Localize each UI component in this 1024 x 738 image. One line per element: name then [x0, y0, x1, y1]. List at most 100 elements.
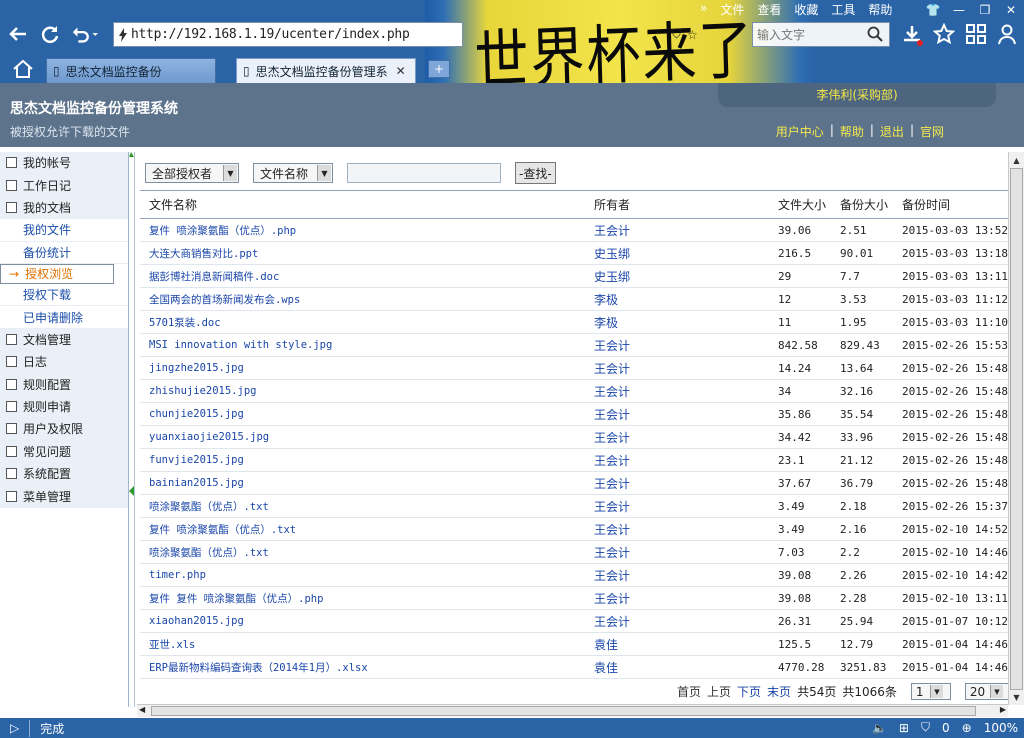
search-icon[interactable] [867, 26, 883, 42]
table-row[interactable]: 喷涂聚氨酯（优点）.txt 王会计 3.49 2.18 2015-02-26 15:37… [140, 495, 1008, 518]
cell-owner[interactable]: 王会计 [586, 521, 770, 538]
page-size-select[interactable]: 20 ▼ [964, 683, 1011, 700]
cell-filename[interactable]: 喷涂聚氨酯（优点）.txt [140, 545, 586, 560]
link-user-center[interactable]: 用户中心 [776, 123, 824, 140]
table-row[interactable]: 全国两会的首场新闻发布会.wps 李极 12 3.53 2015-03-03 11:12… [140, 288, 1008, 311]
nav-item-faq[interactable]: 常见问题 [0, 440, 128, 464]
table-row[interactable]: timer.php王会计 39.08 2.26 2015-02-10 14:42:4 [140, 564, 1008, 587]
hscroll-thumb[interactable] [151, 706, 976, 716]
cell-owner[interactable]: 王会计 [586, 429, 770, 446]
new-tab-button[interactable]: + [428, 60, 450, 78]
col-filename[interactable]: 文件名称 [140, 196, 586, 213]
home-icon[interactable] [12, 59, 34, 79]
scroll-left-icon[interactable]: ◀ [139, 705, 145, 714]
cell-filename[interactable]: yuanxiaojie2015.jpg [140, 431, 586, 443]
field-select[interactable]: 文件名称 ▼ [253, 163, 333, 183]
favorite-star-icon[interactable]: ☆ [687, 28, 698, 42]
table-row[interactable]: MSI innovation with style.jpg 王会计 842.58 82… [140, 334, 1008, 357]
nav-item-rule-config[interactable]: 规则配置 [0, 373, 128, 396]
cell-filename[interactable]: 大连大商销售对比.ppt [140, 246, 586, 261]
page-select[interactable]: 1 ▼ [910, 683, 951, 700]
table-row[interactable]: 喷涂聚氨酯（优点）.txt王会计 7.03 2.2 2015-02-10 14:46:… [140, 541, 1008, 564]
menu-help[interactable]: 帮助 [868, 1, 892, 18]
cell-filename[interactable]: 5701泵装.doc [140, 315, 586, 330]
nav-item-system-config[interactable]: 系统配置 [0, 463, 128, 486]
cell-owner[interactable]: 袁佳 [586, 636, 770, 653]
zoom-icon[interactable]: ⊕ [962, 721, 972, 735]
cell-owner[interactable]: 王会计 [586, 613, 770, 630]
nav-item-auth-download[interactable]: 授权下载 [0, 283, 128, 307]
table-row[interactable]: 5701泵装.doc李极 11 1.95 2015-03-03 11:10:4 [140, 311, 1008, 334]
nav-item-work-diary[interactable]: 工作日记 [0, 174, 128, 197]
cell-owner[interactable]: 史玉绑 [586, 268, 770, 285]
download-icon[interactable] [900, 23, 924, 47]
nav-item-menu-manage[interactable]: 菜单管理 [0, 485, 128, 508]
cell-filename[interactable]: jingzhe2015.jpg [140, 362, 586, 374]
search-input[interactable] [757, 24, 857, 46]
table-row[interactable]: 复件 喷涂聚氨酯（优点）.php 王会计 39.06 2.51 2015-03-03 1… [140, 219, 1008, 242]
scroll-up-icon[interactable]: ▲ [1009, 153, 1024, 167]
menu-expand-icon[interactable]: » [700, 1, 707, 18]
cell-filename[interactable]: 亚世.xls [140, 637, 586, 652]
cell-filename[interactable]: zhishujie2015.jpg [140, 385, 586, 397]
table-row[interactable]: yuanxiaojie2015.jpg 王会计 34.42 33.96 2015-02-… [140, 426, 1008, 449]
col-backup-time[interactable]: 备份时间 [894, 196, 1008, 213]
cell-filename[interactable]: 全国两会的首场新闻发布会.wps [140, 292, 586, 307]
security-icon[interactable]: ⛉ [921, 720, 930, 735]
address-bar[interactable]: http://192.168.1.19/ucenter/index.php [113, 22, 463, 47]
cell-owner[interactable]: 袁佳 [586, 659, 770, 676]
favorites-icon[interactable] [933, 23, 955, 45]
horizontal-scrollbar[interactable]: ◀ ▶ [137, 704, 1008, 717]
cell-owner[interactable]: 王会计 [586, 498, 770, 515]
nav-item-rule-request[interactable]: 规则申请 [0, 395, 128, 419]
find-button[interactable]: -查找- [515, 162, 556, 184]
refresh-button[interactable] [36, 20, 64, 48]
table-row[interactable]: jingzhe2015.jpg 王会计 14.24 13.64 2015-02-26 1… [140, 357, 1008, 380]
nav-item-doc-manage[interactable]: 文档管理 [0, 328, 128, 352]
nav-item-my-files[interactable]: 我的文件 [0, 219, 128, 242]
cell-owner[interactable]: 王会计 [586, 452, 770, 469]
cell-owner[interactable]: 王会计 [586, 383, 770, 400]
scroll-down-icon[interactable]: ▼ [1009, 690, 1024, 704]
col-size[interactable]: 文件大小 [770, 196, 832, 213]
pager-first[interactable]: 首页 [677, 683, 701, 700]
scroll-right-icon[interactable]: ▶ [1000, 705, 1006, 714]
shield-icon[interactable]: ⛉ [672, 27, 681, 42]
table-row[interactable]: 复件 喷涂聚氨酯（优点）.txt 王会计 3.49 2.16 2015-02-10 14… [140, 518, 1008, 541]
cell-owner[interactable]: 史玉绑 [586, 245, 770, 262]
cell-owner[interactable]: 王会计 [586, 337, 770, 354]
pager-next[interactable]: 下页 [737, 683, 761, 700]
cell-owner[interactable]: 王会计 [586, 222, 770, 239]
col-backup-size[interactable]: 备份大小 [832, 196, 894, 213]
tab-active[interactable]: ▯ 思杰文档监控备份管理系 ✕ [236, 58, 416, 83]
nav-item-users-perms[interactable]: 用户及权限 [0, 418, 128, 441]
cell-filename[interactable]: chunjie2015.jpg [140, 408, 586, 420]
col-owner[interactable]: 所有者 [586, 196, 770, 213]
nav-item-backup-stats[interactable]: 备份统计 [0, 241, 128, 264]
table-row[interactable]: chunjie2015.jpg 王会计 35.86 35.54 2015-02-26 1… [140, 403, 1008, 426]
cell-owner[interactable]: 李极 [586, 314, 770, 331]
nav-item-account[interactable]: 我的帐号 [0, 152, 128, 175]
briefcase-icon[interactable]: ⊞ [899, 721, 909, 735]
cell-filename[interactable]: 复件 喷涂聚氨酯（优点）.php [140, 223, 586, 238]
cell-filename[interactable]: funvjie2015.jpg [140, 454, 586, 466]
cell-filename[interactable]: 喷涂聚氨酯（优点）.txt [140, 499, 586, 514]
nav-item-delete-requested[interactable]: 已申请删除 [0, 306, 128, 329]
zoom-level[interactable]: 100% [984, 721, 1018, 735]
minimize-button[interactable]: — [946, 0, 972, 19]
search-box[interactable] [752, 22, 890, 47]
cell-filename[interactable]: xiaohan2015.jpg [140, 615, 586, 627]
table-row[interactable]: ERP最新物料编码查询表（2014年1月）.xlsx 袁佳 4770.28 3251.… [140, 656, 1008, 679]
cell-filename[interactable]: timer.php [140, 569, 586, 581]
undo-button[interactable] [70, 20, 98, 48]
link-official-site[interactable]: 官网 [920, 123, 944, 140]
nav-item-my-docs[interactable]: 我的文档 [0, 196, 128, 220]
pager-last[interactable]: 末页 [767, 683, 791, 700]
cell-filename[interactable]: bainian2015.jpg [140, 477, 586, 489]
cell-filename[interactable]: 据彭博社消息新闻稿件.doc [140, 269, 586, 284]
cell-filename[interactable]: MSI innovation with style.jpg [140, 339, 586, 351]
cell-owner[interactable]: 王会计 [586, 475, 770, 492]
cell-owner[interactable]: 王会计 [586, 360, 770, 377]
cell-owner[interactable]: 李极 [586, 291, 770, 308]
table-row[interactable]: funvjie2015.jpg 王会计 23.1 21.12 2015-02-26 15… [140, 449, 1008, 472]
